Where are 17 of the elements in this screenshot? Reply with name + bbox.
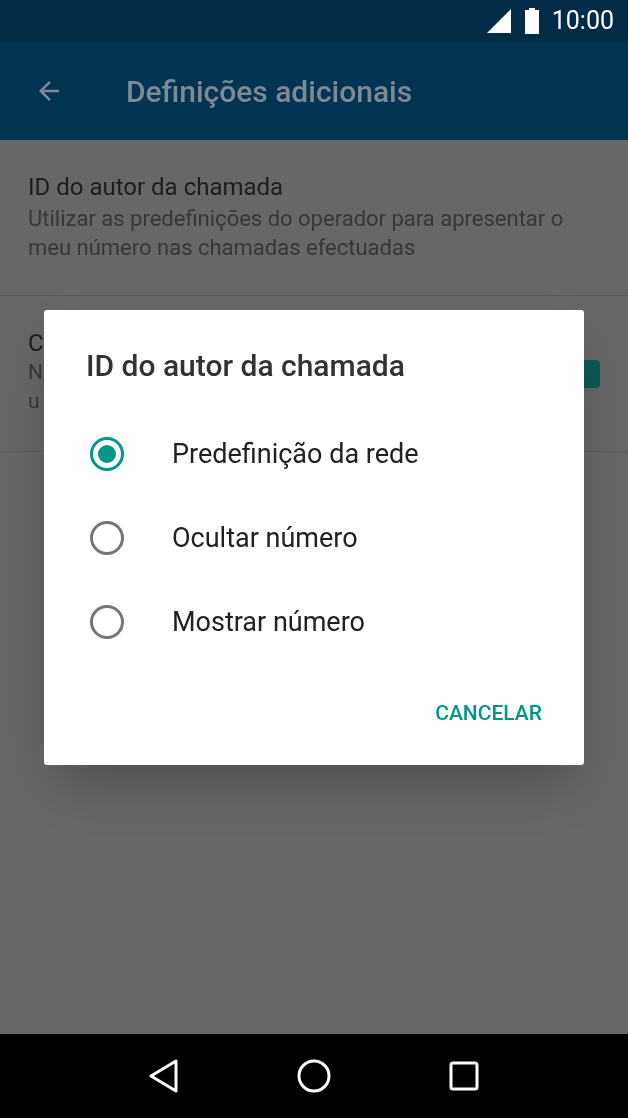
recents-icon[interactable] (449, 1061, 479, 1091)
dialog-title: ID do autor da chamada (86, 347, 405, 385)
clock: 10:00 (551, 5, 614, 38)
home-icon[interactable] (297, 1059, 331, 1093)
radio-button[interactable] (88, 603, 126, 641)
page-title: Definições adicionais (126, 72, 413, 111)
radio-button[interactable] (88, 519, 126, 557)
option-label[interactable]: Mostrar número (172, 601, 365, 643)
option-label[interactable]: Ocultar número (172, 517, 358, 559)
radio-button[interactable] (88, 435, 126, 473)
battery-icon (523, 8, 540, 34)
option-label[interactable]: Predefinição da rede (172, 433, 419, 475)
cancel-button[interactable]: CANCELAR (423, 689, 554, 737)
setting-title: C (28, 328, 44, 358)
back-icon[interactable] (149, 1059, 179, 1093)
setting-title: ID do autor da chamada (28, 172, 285, 202)
signal-icon (485, 8, 512, 34)
